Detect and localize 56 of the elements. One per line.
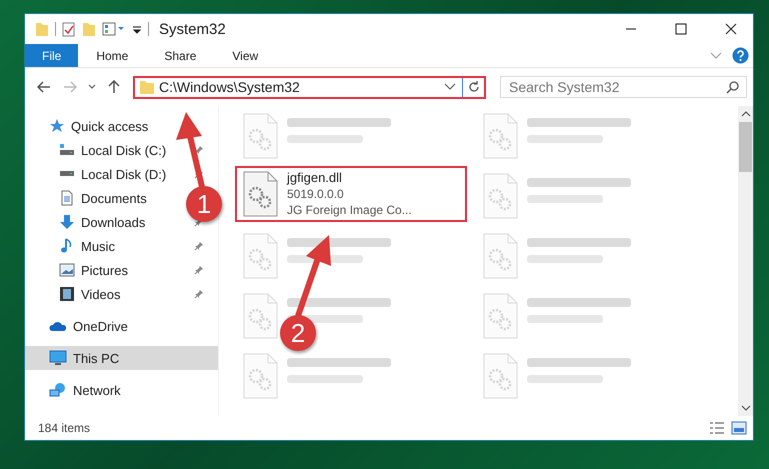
film-icon	[59, 286, 75, 302]
drive-icon	[59, 144, 75, 156]
ribbon-tab[interactable]: Home	[78, 44, 146, 67]
sidebar-item[interactable]: Local Disk (D:)	[25, 162, 174, 186]
folder-icon	[139, 79, 155, 95]
ribbon-tab[interactable]: View	[214, 44, 276, 67]
pin-icon[interactable]	[194, 265, 204, 275]
download-icon	[59, 214, 75, 230]
cloud-icon	[49, 320, 67, 332]
close-icon[interactable]	[725, 23, 737, 35]
item-count: 184 items	[38, 421, 92, 435]
window-title: System32	[159, 20, 226, 38]
help-icon[interactable]	[732, 47, 749, 64]
pin-icon[interactable]	[194, 145, 204, 155]
scroll-up-icon[interactable]	[740, 110, 750, 118]
checkmark-icon[interactable]	[62, 21, 76, 37]
up-arrow-icon[interactable]	[108, 80, 120, 94]
pin-icon[interactable]	[194, 289, 204, 299]
expand-ribbon-icon[interactable]	[710, 52, 722, 60]
large-icons-view-icon[interactable]	[731, 421, 747, 435]
file-name: jgfigen.dll	[287, 170, 343, 186]
file-menu-button[interactable]: File	[25, 44, 78, 67]
sidebar-item[interactable]: Music	[25, 234, 123, 258]
back-arrow-icon[interactable]	[37, 81, 51, 93]
details-view-icon[interactable]	[709, 421, 725, 435]
file-detail: JG Foreign Image Co...	[287, 202, 412, 218]
search-icon[interactable]	[726, 81, 739, 94]
sidebar-item[interactable]: Quick access	[25, 114, 156, 138]
search-field[interactable]: Search System32	[500, 76, 747, 98]
chevron-down-icon[interactable]	[88, 84, 96, 90]
star-icon	[49, 118, 65, 134]
document-icon	[59, 190, 75, 206]
pin-icon[interactable]	[194, 241, 204, 251]
dropdown-icon[interactable]	[444, 83, 456, 91]
scrollbar[interactable]	[738, 106, 753, 416]
ribbon-tab[interactable]: Share	[146, 44, 214, 67]
sidebar-item[interactable]: Documents	[25, 186, 155, 210]
computer-icon	[49, 350, 67, 366]
sidebar-item[interactable]: OneDrive	[25, 314, 136, 338]
sidebar-item[interactable]: Downloads	[25, 210, 154, 234]
scroll-down-icon[interactable]	[740, 404, 750, 412]
sidebar-item[interactable]: Pictures	[25, 258, 136, 282]
drive-icon	[59, 171, 75, 177]
network-icon	[49, 382, 67, 398]
properties-icon[interactable]	[102, 21, 126, 37]
refresh-icon[interactable]	[468, 81, 480, 93]
file-detail: 5019.0.0.0	[287, 186, 345, 202]
scrollbar-thumb[interactable]	[739, 122, 752, 172]
maximize-icon[interactable]	[675, 23, 687, 35]
sidebar-item[interactable]: This PC	[25, 346, 218, 370]
sidebar-item[interactable]: Network	[25, 378, 129, 402]
sidebar-item[interactable]: Videos	[25, 282, 129, 306]
address-bar[interactable]: C:\Windows\System32	[133, 76, 486, 98]
sidebar-item[interactable]: Local Disk (C:)	[25, 138, 174, 162]
picture-icon	[59, 263, 75, 277]
file-tile[interactable]: jgfigen.dll 5019.0.0.0 JG Foreign Image Co...	[235, 166, 467, 222]
